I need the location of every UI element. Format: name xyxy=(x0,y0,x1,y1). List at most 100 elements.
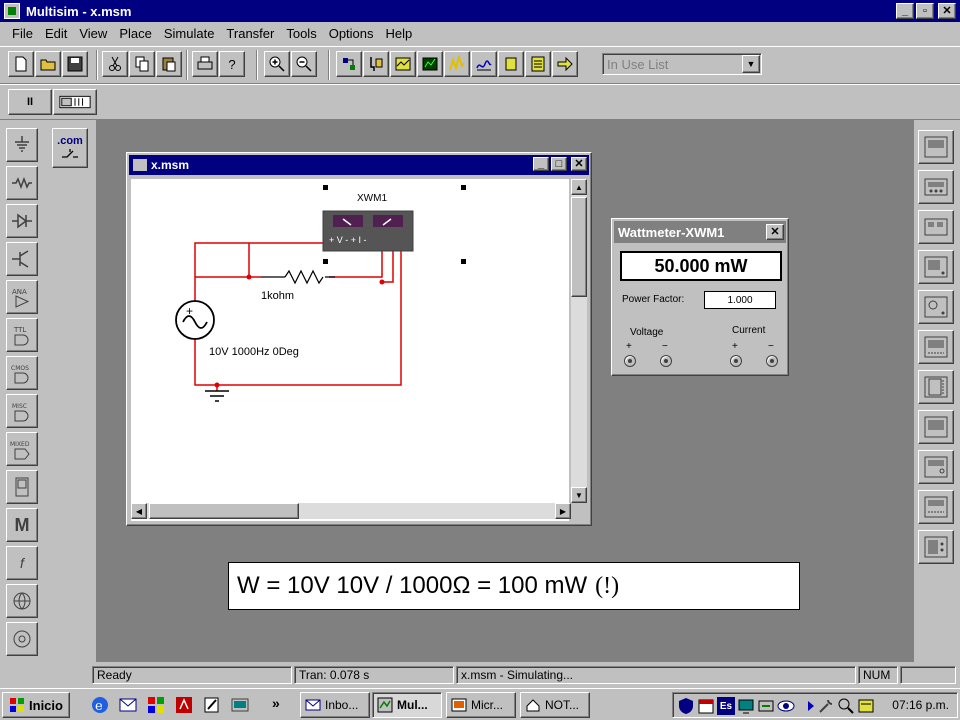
chip-icon[interactable] xyxy=(498,51,524,77)
help-button[interactable]: ? xyxy=(219,51,245,77)
save-disk-icon[interactable] xyxy=(62,51,88,77)
current-minus-terminal[interactable] xyxy=(766,355,778,367)
magnifier-icon[interactable] xyxy=(837,697,855,715)
function-generator-icon[interactable] xyxy=(918,170,954,204)
grapher-icon[interactable] xyxy=(390,51,416,77)
task-multisim[interactable]: Mul... xyxy=(372,692,442,718)
transistors-bin-icon[interactable] xyxy=(6,242,38,276)
vertical-scrollbar[interactable]: ▲ ▼ xyxy=(571,179,587,503)
wattmeter-title-bar[interactable]: Wattmeter-XWM1 ✕ xyxy=(614,221,786,243)
selection-handle[interactable] xyxy=(323,185,328,190)
probe-icon[interactable] xyxy=(363,51,389,77)
word-generator-icon[interactable] xyxy=(918,330,954,364)
channels-icon[interactable] xyxy=(146,695,166,715)
open-folder-icon[interactable] xyxy=(35,51,61,77)
misc-m-bin[interactable]: M xyxy=(6,508,38,542)
menu-simulate[interactable]: Simulate xyxy=(158,23,221,43)
scroll-down-icon[interactable]: ▼ xyxy=(571,487,587,503)
logic-analyzer-icon[interactable] xyxy=(918,370,954,404)
selection-handle[interactable] xyxy=(323,259,328,264)
selection-handle[interactable] xyxy=(461,185,466,190)
scroll-right-icon[interactable]: ▶ xyxy=(555,503,571,519)
bode-plotter-icon[interactable] xyxy=(918,290,954,324)
new-file-icon[interactable] xyxy=(8,51,34,77)
acrobat-icon[interactable] xyxy=(174,695,194,715)
pause-button[interactable]: II xyxy=(8,89,52,115)
postprocessor-icon[interactable] xyxy=(417,51,443,77)
component-wizard-icon[interactable] xyxy=(336,51,362,77)
ttl-bin-icon[interactable]: TTL xyxy=(6,318,38,352)
task-inbox[interactable]: Inbo... xyxy=(300,692,370,718)
task-notepad[interactable]: NOT... xyxy=(520,692,590,718)
diodes-bin-icon[interactable] xyxy=(6,204,38,238)
resistor-symbol[interactable] xyxy=(284,269,324,285)
app-title-bar[interactable]: Multisim - x.msm _ ▫ ✕ xyxy=(0,0,960,22)
shortcut-arrow-icon[interactable] xyxy=(797,697,815,715)
child-close-button[interactable]: ✕ xyxy=(571,157,587,171)
cut-icon[interactable] xyxy=(102,51,128,77)
child-minimize-button[interactable]: _ xyxy=(533,157,549,171)
wattmeter-symbol[interactable]: + V - + I - xyxy=(322,210,414,252)
indicators-bin-icon[interactable] xyxy=(6,470,38,504)
cmos-bin-icon[interactable]: CMOS xyxy=(6,356,38,390)
simulate-switch-icon[interactable] xyxy=(53,89,97,115)
menu-tools[interactable]: Tools xyxy=(280,23,322,43)
wattmeter-close-button[interactable]: ✕ xyxy=(766,224,784,240)
multimeter-icon[interactable] xyxy=(918,130,954,164)
copy-icon[interactable] xyxy=(129,51,155,77)
basic-bin-icon[interactable] xyxy=(6,166,38,200)
taskbar-more-chevron[interactable]: » xyxy=(272,695,280,711)
network-analyzer-icon[interactable] xyxy=(918,530,954,564)
scroll-left-icon[interactable]: ◀ xyxy=(131,503,147,519)
analog-bin-icon[interactable]: ANA xyxy=(6,280,38,314)
menu-edit[interactable]: Edit xyxy=(39,23,73,43)
eye-monitor-icon[interactable] xyxy=(777,697,795,715)
menu-file[interactable]: File xyxy=(6,23,39,43)
print-icon[interactable] xyxy=(192,51,218,77)
antivirus-shield-icon[interactable] xyxy=(677,697,695,715)
chevron-down-icon[interactable]: ▼ xyxy=(742,55,760,73)
zoom-in-icon[interactable] xyxy=(264,51,290,77)
child-maximize-button[interactable]: □ xyxy=(551,157,567,171)
controls-f-bin[interactable]: f xyxy=(6,546,38,580)
ac-source-symbol[interactable] xyxy=(175,300,215,340)
list-report-icon[interactable] xyxy=(525,51,551,77)
calendar-icon[interactable] xyxy=(697,697,715,715)
task-scheduler-icon[interactable] xyxy=(857,697,875,715)
sound-settings-icon[interactable] xyxy=(757,697,775,715)
menu-place[interactable]: Place xyxy=(113,23,158,43)
scroll-up-icon[interactable]: ▲ xyxy=(571,179,587,195)
notepad-pencil-icon[interactable] xyxy=(202,695,222,715)
com-button[interactable]: .com xyxy=(52,128,88,168)
circuit-window-title-bar[interactable]: x.msm _ □ ✕ xyxy=(129,155,589,175)
misc-digital-bin-icon[interactable]: MISC xyxy=(6,394,38,428)
close-button[interactable]: ✕ xyxy=(938,3,956,19)
menu-help[interactable]: Help xyxy=(380,23,419,43)
voltage-plus-terminal[interactable] xyxy=(624,355,636,367)
horizontal-scroll-thumb[interactable] xyxy=(149,503,299,519)
oscilloscope-wave-icon[interactable] xyxy=(471,51,497,77)
zoom-out-icon[interactable] xyxy=(291,51,317,77)
vertical-scroll-thumb[interactable] xyxy=(571,197,587,297)
analysis-icon[interactable] xyxy=(444,51,470,77)
show-desktop-icon[interactable] xyxy=(230,695,250,715)
language-indicator[interactable]: Es xyxy=(717,697,735,715)
minimize-button[interactable]: _ xyxy=(896,3,914,19)
task-microsoft[interactable]: Micr... xyxy=(446,692,516,718)
maximize-button[interactable]: ▫ xyxy=(916,3,934,19)
spectrum-analyzer-icon[interactable] xyxy=(918,490,954,524)
oscilloscope-icon[interactable] xyxy=(918,250,954,284)
rf-bin-icon[interactable] xyxy=(6,584,38,618)
wattmeter-instrument-icon[interactable] xyxy=(918,210,954,244)
menu-view[interactable]: View xyxy=(73,23,113,43)
mixed-bin-icon[interactable]: MIXED xyxy=(6,432,38,466)
selection-handle[interactable] xyxy=(461,259,466,264)
internet-explorer-icon[interactable]: e xyxy=(90,695,110,715)
sources-bin-icon[interactable] xyxy=(6,128,38,162)
in-use-list-dropdown[interactable]: In Use List ▼ xyxy=(602,53,762,75)
menu-transfer[interactable]: Transfer xyxy=(220,23,280,43)
electromech-bin-icon[interactable] xyxy=(6,622,38,656)
start-button[interactable]: Inicio xyxy=(2,692,70,718)
voltage-minus-terminal[interactable] xyxy=(660,355,672,367)
current-plus-terminal[interactable] xyxy=(730,355,742,367)
